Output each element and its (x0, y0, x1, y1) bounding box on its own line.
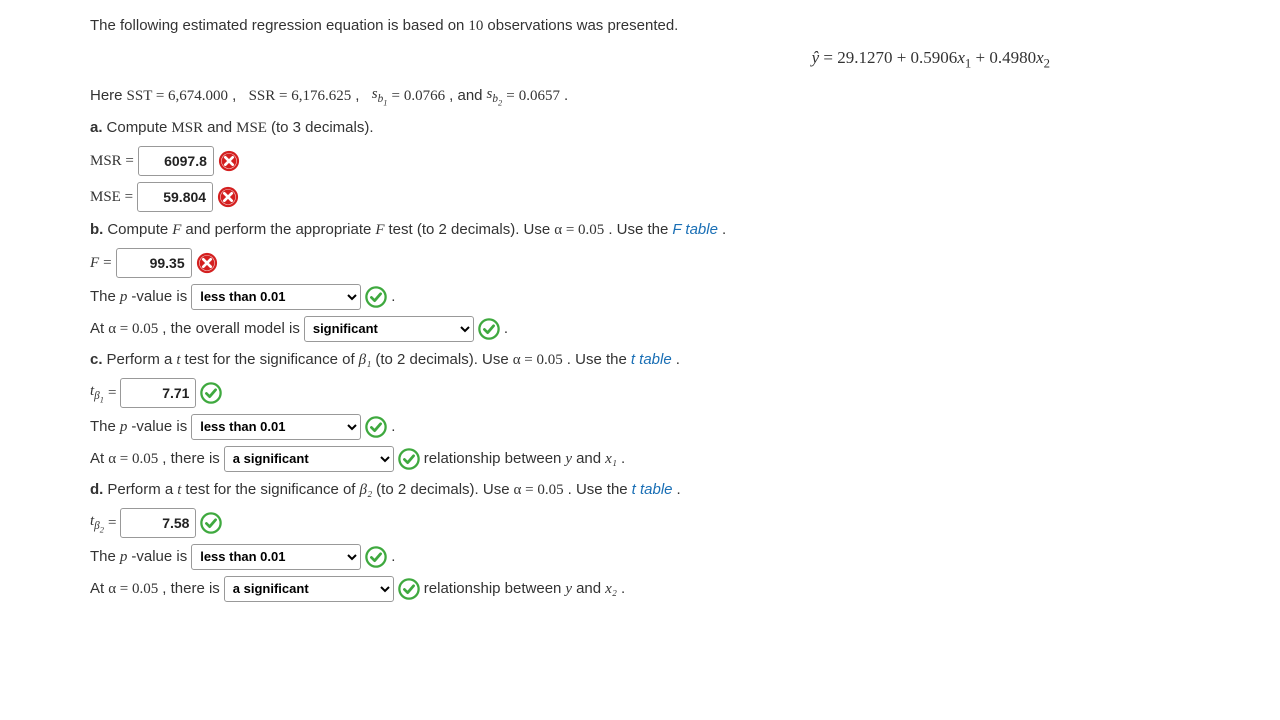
part-c-label: c. (90, 348, 103, 372)
part-a-prompt: a. Compute MSR and MSE (to 3 decimals). (90, 116, 1190, 140)
c-relationship-row: At α = 0.05 , there is a significant rel… (90, 446, 1190, 472)
c-pvalue-row: The p -value is less than 0.01 . (90, 414, 1190, 440)
tb1-input[interactable] (120, 378, 196, 408)
f-row: F = (90, 248, 1190, 278)
given-values: Here SST = 6,674.000, SSR = 6,176.625, s… (90, 82, 1190, 110)
f-table-link[interactable]: F table (672, 218, 718, 242)
check-icon (365, 286, 387, 308)
check-icon (398, 448, 420, 470)
part-b-prompt: b. Compute F and perform the appropriate… (90, 218, 1190, 242)
check-icon (200, 512, 222, 534)
msr-label: MSR = (90, 149, 134, 173)
check-icon (365, 546, 387, 568)
part-b-label: b. (90, 218, 103, 242)
n-obs: 10 (468, 14, 483, 38)
part-d-prompt: d. Perform a t test for the significance… (90, 478, 1190, 502)
mse-row: MSE = (90, 182, 1190, 212)
intro-a: The following estimated regression equat… (90, 14, 464, 38)
part-a-label: a. (90, 116, 103, 140)
c-relationship-select[interactable]: a significant (224, 446, 394, 472)
f-input[interactable] (116, 248, 192, 278)
wrong-icon (218, 150, 240, 172)
tb2-input[interactable] (120, 508, 196, 538)
mse-input[interactable] (137, 182, 213, 212)
tb1-row: tβ1 = (90, 378, 1190, 408)
b-overall-select[interactable]: significant (304, 316, 474, 342)
check-icon (365, 416, 387, 438)
b-pvalue-select[interactable]: less than 0.01 (191, 284, 361, 310)
sb2-sym: sb2 (487, 82, 503, 110)
part-d-label: d. (90, 478, 103, 502)
b-overall-row: At α = 0.05 , the overall model is signi… (90, 316, 1190, 342)
check-icon (200, 382, 222, 404)
intro-text: The following estimated regression equat… (90, 14, 1190, 38)
b-pvalue-row: The p -value is less than 0.01 . (90, 284, 1190, 310)
mse-label: MSE = (90, 185, 133, 209)
d-relationship-row: At α = 0.05 , there is a significant rel… (90, 576, 1190, 602)
wrong-icon (196, 252, 218, 274)
tb2-row: tβ2 = (90, 508, 1190, 538)
part-c-prompt: c. Perform a t test for the significance… (90, 348, 1190, 372)
f-label: F (90, 251, 99, 275)
sb2-val: 0.0657 (519, 84, 560, 108)
ssr: SSR = 6,176.625 (249, 84, 352, 108)
msr-row: MSR = (90, 146, 1190, 176)
wrong-icon (217, 186, 239, 208)
given-pre: Here (90, 84, 123, 108)
sst: SST = 6,674.000 (127, 84, 229, 108)
d-pvalue-row: The p -value is less than 0.01 . (90, 544, 1190, 570)
tb1-label: tβ1 (90, 379, 104, 407)
sb1-val: 0.0766 (404, 84, 445, 108)
msr-input[interactable] (138, 146, 214, 176)
regression-equation: ŷ = 29.1270 + 0.5906x1 + 0.4980x2 (90, 44, 1190, 74)
d-pvalue-select[interactable]: less than 0.01 (191, 544, 361, 570)
sb1-sym: sb1 (372, 82, 388, 110)
check-icon (478, 318, 500, 340)
t-table-link-2[interactable]: t table (632, 478, 673, 502)
d-relationship-select[interactable]: a significant (224, 576, 394, 602)
intro-b: observations was presented. (487, 14, 678, 38)
check-icon (398, 578, 420, 600)
c-pvalue-select[interactable]: less than 0.01 (191, 414, 361, 440)
tb2-label: tβ2 (90, 509, 104, 537)
t-table-link[interactable]: t table (631, 348, 672, 372)
